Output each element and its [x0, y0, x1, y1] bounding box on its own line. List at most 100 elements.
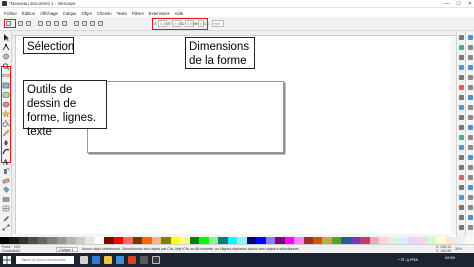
palette-swatch[interactable]: [170, 237, 181, 244]
command-button[interactable]: [459, 185, 464, 190]
snap-toggle[interactable]: [468, 125, 473, 130]
system-tray[interactable]: ^ ⊡ ◃) FRA: [398, 257, 418, 262]
eraser-icon[interactable]: [2, 177, 10, 184]
snap-toggle[interactable]: [468, 205, 473, 210]
explorer-icon[interactable]: [104, 256, 112, 264]
snap-toggle[interactable]: [468, 165, 473, 170]
command-button[interactable]: [459, 45, 464, 50]
palette-swatch[interactable]: [426, 237, 437, 244]
app-icon[interactable]: [140, 256, 148, 264]
palette-swatch[interactable]: [104, 237, 114, 244]
menu-file[interactable]: Fichier: [4, 11, 17, 16]
snap-toggle[interactable]: [468, 145, 473, 150]
flip-horizontal-button[interactable]: [54, 21, 59, 26]
menu-help[interactable]: Aide: [175, 11, 184, 16]
palette-swatch[interactable]: [265, 237, 276, 244]
snap-toggle[interactable]: [468, 175, 473, 180]
palette-swatch[interactable]: [417, 237, 427, 244]
document-page[interactable]: [87, 81, 284, 153]
palette-swatch[interactable]: [199, 237, 209, 244]
palette-swatch[interactable]: [464, 237, 474, 244]
color-palette[interactable]: [0, 237, 474, 244]
palette-swatch[interactable]: [37, 237, 48, 244]
palette-swatch[interactable]: [341, 237, 351, 244]
y-field[interactable]: 0,000: [172, 20, 184, 27]
raise-to-top-button[interactable]: [74, 21, 79, 26]
palette-swatch[interactable]: [132, 237, 143, 244]
snap-toggle[interactable]: [468, 115, 473, 120]
flip-vertical-button[interactable]: [62, 21, 67, 26]
palette-swatch[interactable]: [256, 237, 266, 244]
store-icon[interactable]: [116, 256, 124, 264]
calligraphy-icon[interactable]: [2, 148, 10, 155]
palette-swatch[interactable]: [142, 237, 152, 244]
command-button[interactable]: [459, 155, 464, 160]
menu-text[interactable]: Texte: [117, 11, 127, 16]
palette-swatch[interactable]: [208, 237, 219, 244]
palette-swatch[interactable]: [28, 237, 38, 244]
palette-swatch[interactable]: [275, 237, 285, 244]
palette-swatch[interactable]: [0, 237, 10, 244]
palette-swatch[interactable]: [350, 237, 361, 244]
horizontal-ruler[interactable]: [12, 31, 456, 36]
palette-swatch[interactable]: [218, 237, 228, 244]
menu-layer[interactable]: Calque: [63, 11, 77, 16]
box3d-icon[interactable]: [2, 91, 10, 98]
measure-icon[interactable]: [2, 72, 10, 79]
star-icon[interactable]: [2, 110, 10, 117]
command-button[interactable]: [459, 125, 464, 130]
text-icon[interactable]: A: [2, 158, 10, 165]
palette-swatch[interactable]: [436, 237, 446, 244]
rotate-cw-button[interactable]: [46, 21, 51, 26]
command-button[interactable]: [459, 225, 464, 230]
snap-toggle[interactable]: [468, 35, 473, 40]
edge-icon[interactable]: [92, 256, 100, 264]
lower-button[interactable]: [90, 21, 95, 26]
ellipse-icon[interactable]: [2, 101, 10, 108]
command-button[interactable]: [459, 115, 464, 120]
tweak-icon[interactable]: [2, 53, 10, 60]
zoom-field[interactable]: 35%: [455, 247, 462, 251]
dropper-icon[interactable]: [2, 215, 10, 222]
command-button[interactable]: [459, 175, 464, 180]
command-button[interactable]: [459, 55, 464, 60]
snap-toggle[interactable]: [468, 225, 473, 230]
palette-swatch[interactable]: [18, 237, 29, 244]
rectangle-icon[interactable]: [2, 82, 10, 89]
palette-swatch[interactable]: [294, 237, 304, 244]
palette-swatch[interactable]: [360, 237, 370, 244]
palette-swatch[interactable]: [455, 237, 465, 244]
maximize-button[interactable]: ☐: [456, 1, 460, 7]
pen-icon[interactable]: [2, 139, 10, 146]
palette-swatch[interactable]: [388, 237, 399, 244]
windows-start-icon[interactable]: [3, 256, 11, 264]
palette-swatch[interactable]: [331, 237, 342, 244]
palette-swatch[interactable]: [75, 237, 86, 244]
palette-swatch[interactable]: [369, 237, 380, 244]
menu-path[interactable]: Chemin: [97, 11, 112, 16]
command-button[interactable]: [459, 65, 464, 70]
palette-swatch[interactable]: [312, 237, 323, 244]
palette-swatch[interactable]: [66, 237, 76, 244]
zoom-icon[interactable]: [2, 62, 10, 70]
palette-swatch[interactable]: [445, 237, 456, 244]
snap-toggle[interactable]: [468, 45, 473, 50]
palette-swatch[interactable]: [284, 237, 295, 244]
snap-toggle[interactable]: [468, 185, 473, 190]
palette-swatch[interactable]: [180, 237, 190, 244]
h-field[interactable]: 0,000: [198, 20, 210, 27]
palette-swatch[interactable]: [303, 237, 313, 244]
bucket-icon[interactable]: [2, 186, 10, 193]
palette-swatch[interactable]: [407, 237, 418, 244]
palette-swatch[interactable]: [237, 237, 247, 244]
command-button[interactable]: [459, 145, 464, 150]
palette-swatch[interactable]: [161, 237, 171, 244]
command-button[interactable]: [459, 195, 464, 200]
palette-swatch[interactable]: [85, 237, 95, 244]
command-button[interactable]: [459, 165, 464, 170]
deselect-button[interactable]: [26, 21, 31, 26]
command-button[interactable]: [459, 205, 464, 210]
w-field[interactable]: 0,000: [185, 20, 197, 27]
gradient-icon[interactable]: [2, 196, 10, 203]
spray-icon[interactable]: [2, 167, 10, 174]
